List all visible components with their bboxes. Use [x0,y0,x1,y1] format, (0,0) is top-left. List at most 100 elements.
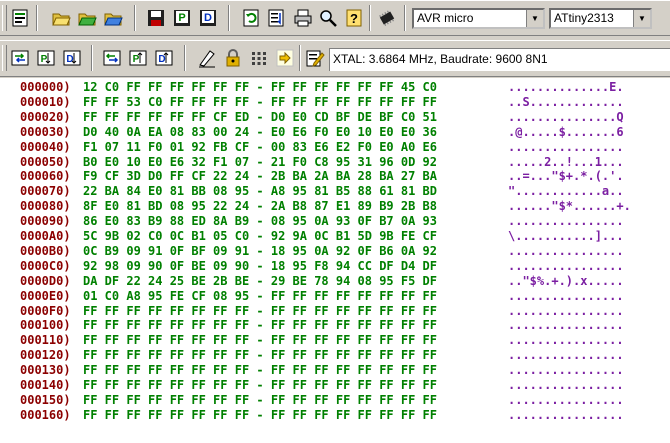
row-hex-bytes[interactable]: F1 07 11 F0 01 92 FB CF - 00 83 E6 E2 F0… [83,140,437,154]
row-hex-bytes[interactable]: 8F E0 81 BD 08 95 22 24 - 2A B8 87 E1 89… [83,199,437,213]
help-icon[interactable]: ? [343,7,365,29]
row-hex-bytes[interactable]: FF FF FF FF FF FF FF FF - FF FF FF FF FF… [83,348,437,362]
row-ascii[interactable]: ................ [508,304,624,318]
row-hex-bytes[interactable]: FF FF FF FF FF FF FF FF - FF FF FF FF FF… [83,304,437,318]
row-ascii[interactable]: ................ [508,259,624,273]
row-address: 000080) [20,199,71,214]
fuse-icon[interactable] [248,47,270,69]
chip-icon[interactable] [376,7,398,29]
row-hex-bytes[interactable]: FF FF FF FF FF FF FF FF - FF FF FF FF FF… [83,393,437,407]
clock-info-text: XTAL: 3.6864 MHz, Baudrate: 9600 8N1 [333,52,548,66]
row-ascii[interactable]: .."$%.+.).x..... [508,274,624,288]
search-icon[interactable] [317,7,339,29]
row-ascii[interactable]: ................ [508,378,624,392]
erase-icon[interactable] [196,47,218,69]
row-ascii[interactable]: ................ [508,289,624,303]
row-hex-bytes[interactable]: 12 C0 FF FF FF FF FF FF - FF FF FF FF FF… [83,80,437,94]
row-ascii[interactable]: "............a.. [508,184,624,198]
device-family-select[interactable]: AVR micro ▼ [412,8,545,29]
hex-buffer-view[interactable]: 000000) 12 C0 FF FF FF FF FF FF - FF FF F… [0,78,670,443]
row-address: 000020) [20,109,71,124]
read-program-icon[interactable]: P [35,47,57,69]
save-p-icon[interactable]: P [171,7,193,29]
row-ascii[interactable]: ...............Q [508,110,624,124]
write-data-icon[interactable]: D [153,47,175,69]
row-ascii[interactable]: ................ [508,348,624,362]
row-hex-bytes[interactable]: 0C B9 09 91 0F BF 09 91 - 18 95 0A 92 0F… [83,244,437,258]
program-icon[interactable] [9,7,31,29]
device-toolbar: P D P D XTAL: 3.6864 MHz, Baudrate: 9600… [0,40,670,77]
row-address: 000000) [20,80,71,94]
row-ascii[interactable]: .@.....$.......6 [508,125,624,139]
row-ascii[interactable]: ................ [508,318,624,332]
toolbar-grip[interactable] [2,5,7,31]
toolbar-separator [228,5,230,31]
toolbar-separator [299,45,301,71]
device-value: ATtiny2313 [554,11,614,25]
read-data-icon[interactable]: D [61,47,83,69]
row-hex-bytes[interactable]: FF FF FF FF FF FF FF FF - FF FF FF FF FF… [83,333,437,347]
row-hex-bytes[interactable]: 5C 9B 02 C0 0C B1 05 C0 - 92 9A 0C B1 5D… [83,229,437,243]
row-ascii[interactable]: ..............E. [508,80,624,94]
toolbar-separator [184,45,186,71]
write-chip-icon[interactable] [101,47,123,69]
row-ascii[interactable]: ................ [508,214,624,228]
svg-text:D: D [158,54,165,65]
clock-info-field: XTAL: 3.6864 MHz, Baudrate: 9600 8N1 [329,48,670,71]
row-hex-bytes[interactable]: 86 E0 83 B9 88 ED 8A B9 - 08 95 0A 93 0F… [83,214,437,228]
row-ascii[interactable]: ................ [508,244,624,258]
row-ascii[interactable]: ................ [508,408,624,422]
arrow-icon[interactable] [274,47,296,69]
toolbar-grip[interactable] [2,45,7,71]
row-hex-bytes[interactable]: F9 CF 3D D0 FF CF 22 24 - 2B BA 2A BA 28… [83,169,437,183]
refresh-icon[interactable] [240,7,262,29]
open-icon[interactable] [50,7,72,29]
row-address: 0000D0) [20,273,71,288]
row-address: 000100) [20,318,71,333]
toolbar-separator [36,5,38,31]
row-hex-bytes[interactable]: 01 C0 A8 95 FE CF 08 95 - FF FF FF FF FF… [83,289,437,303]
row-hex-bytes[interactable]: FF FF FF FF FF FF CF ED - D0 E0 CD BF DE… [83,110,437,124]
row-hex-bytes[interactable]: FF FF FF FF FF FF FF FF - FF FF FF FF FF… [83,378,437,392]
chevron-down-icon[interactable]: ▼ [526,10,543,27]
lock-icon[interactable] [222,47,244,69]
read-chip-icon[interactable] [9,47,31,69]
row-address: 0000E0) [20,288,71,303]
row-hex-bytes[interactable]: 92 98 09 90 0F BE 09 90 - 18 95 F8 94 CC… [83,259,437,273]
row-ascii[interactable]: ..=..."$+.*.(.'. [508,169,624,183]
row-address: 000010) [20,94,71,109]
row-hex-bytes[interactable]: FF FF 53 C0 FF FF FF FF - FF FF FF FF FF… [83,95,437,109]
row-ascii[interactable]: ................ [508,363,624,377]
row-hex-bytes[interactable]: B0 E0 10 E0 E6 32 F1 07 - 21 F0 C8 95 31… [83,155,437,169]
row-ascii[interactable]: ................ [508,393,624,407]
svg-text:D: D [66,54,73,65]
row-ascii[interactable]: ..S............. [508,95,624,109]
row-ascii[interactable]: .....2..!...1... [508,155,624,169]
svg-text:?: ? [350,11,358,26]
row-hex-bytes[interactable]: DA DF 22 24 25 BE 2B BE - 29 BE 78 94 08… [83,274,437,288]
edit-config-icon[interactable] [304,47,326,69]
list-icon[interactable] [265,7,287,29]
open-blue-icon[interactable] [102,7,124,29]
row-address: 0000F0) [20,303,71,318]
device-select[interactable]: ATtiny2313 ▼ [549,8,652,29]
row-address: 0000A0) [20,229,71,243]
save-d-icon[interactable]: D [197,7,219,29]
write-program-icon[interactable]: P [127,47,149,69]
row-ascii[interactable]: ................ [508,333,624,347]
toolbar-separator [134,5,136,31]
svg-text:P: P [41,54,48,65]
row-hex-bytes[interactable]: FF FF FF FF FF FF FF FF - FF FF FF FF FF… [83,318,437,332]
row-hex-bytes[interactable]: D0 40 0A EA 08 83 00 24 - E0 E6 F0 E0 10… [83,125,437,139]
row-ascii[interactable]: ................ [508,140,624,154]
row-hex-bytes[interactable]: FF FF FF FF FF FF FF FF - FF FF FF FF FF… [83,363,437,377]
row-hex-bytes[interactable]: 22 BA 84 E0 81 BB 08 95 - A8 95 81 B5 88… [83,184,437,198]
row-ascii[interactable]: ......"$*......+. [508,199,631,213]
row-hex-bytes[interactable]: FF FF FF FF FF FF FF FF - FF FF FF FF FF… [83,408,437,422]
chevron-down-icon[interactable]: ▼ [633,10,650,27]
row-ascii[interactable]: \...........]... [508,229,624,243]
save-icon[interactable] [145,7,167,29]
print-icon[interactable] [292,7,314,29]
open-green-icon[interactable] [76,7,98,29]
row-address: 000150) [20,392,71,407]
